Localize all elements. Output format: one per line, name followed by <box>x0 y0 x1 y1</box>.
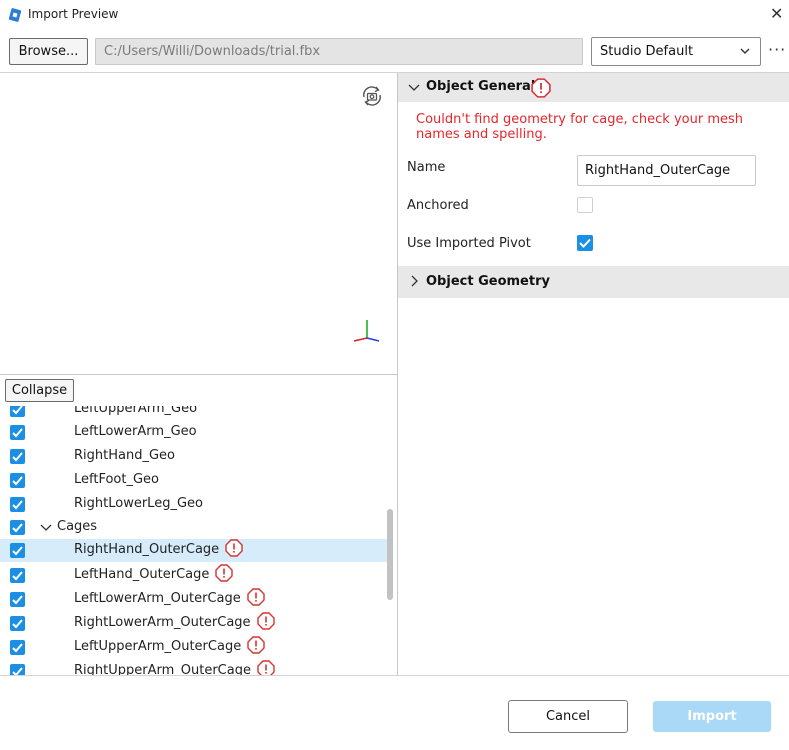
warning-icon <box>257 660 275 675</box>
window-title: Import Preview <box>28 7 119 21</box>
close-icon[interactable]: ✕ <box>770 4 783 24</box>
chevron-down-icon[interactable] <box>40 518 52 539</box>
tree-scrollbar-thumb[interactable] <box>387 509 393 600</box>
chevron-right-icon <box>409 272 419 294</box>
tree-row[interactable]: RightHand_Geo <box>0 445 388 468</box>
tree-row-label: RightLowerLeg_Geo <box>74 496 203 511</box>
panel-splitter[interactable] <box>397 72 398 676</box>
checkbox[interactable] <box>10 425 25 440</box>
tree-row[interactable]: LeftHand_OuterCage <box>0 564 388 587</box>
divider <box>0 675 789 676</box>
tree-row[interactable]: LeftLowerArm_Geo <box>0 421 388 444</box>
tree-row-label: LeftUpperArm_Geo <box>74 406 198 416</box>
tree-row-label: LeftLowerArm_OuterCage <box>74 591 241 606</box>
checkbox[interactable] <box>10 473 25 488</box>
checkbox[interactable] <box>10 592 25 607</box>
tree-row[interactable]: RightUpperArm_OuterCage <box>0 660 388 675</box>
use-imported-pivot-checkbox[interactable] <box>577 235 593 251</box>
checkbox[interactable] <box>10 449 25 464</box>
roblox-studio-icon <box>8 8 22 22</box>
cancel-button[interactable]: Cancel <box>508 700 628 733</box>
chevron-down-icon <box>408 78 420 99</box>
tree-row-group[interactable]: Cages <box>0 516 388 539</box>
anchored-label: Anchored <box>407 198 469 213</box>
section-title: Object General <box>426 79 536 94</box>
tree-row-label: LeftHand_OuterCage <box>74 567 210 582</box>
checkbox[interactable] <box>10 543 25 558</box>
warning-icon <box>531 78 551 98</box>
section-header-object-geometry[interactable]: Object Geometry <box>398 266 789 298</box>
warning-icon <box>256 612 275 630</box>
section-title: Object Geometry <box>426 274 550 289</box>
tree-row-label: Cages <box>57 519 98 534</box>
viewport-splitter[interactable] <box>0 374 397 375</box>
import-button[interactable]: Import <box>653 701 771 732</box>
name-input[interactable]: RightHand_OuterCage <box>577 155 756 186</box>
checkbox[interactable] <box>10 640 25 655</box>
tree-row-label: RightLowerArm_OuterCage <box>74 615 251 630</box>
tree-row[interactable]: RightLowerLeg_Geo <box>0 493 388 516</box>
use-imported-pivot-label: Use Imported Pivot <box>407 236 531 251</box>
checkbox[interactable] <box>10 664 25 675</box>
browse-button[interactable]: Browse... <box>9 38 88 65</box>
name-label: Name <box>407 160 446 175</box>
checkbox[interactable] <box>10 497 25 512</box>
anchored-checkbox[interactable] <box>577 197 593 213</box>
tree-row[interactable]: RightLowerArm_OuterCage <box>0 612 388 635</box>
checkbox[interactable] <box>10 406 25 417</box>
tree-row[interactable]: LeftFoot_Geo <box>0 469 388 492</box>
warning-icon <box>215 564 234 582</box>
tree-row-label: LeftFoot_Geo <box>74 472 160 487</box>
more-options-icon[interactable]: ··· <box>768 41 786 59</box>
tree-row-label: RightHand_OuterCage <box>74 542 220 557</box>
tree-row-selected[interactable]: RightHand_OuterCage <box>0 539 388 562</box>
hierarchy-tree: LeftUpperArm_Geo LeftLowerArm_Geo RightH… <box>0 406 397 675</box>
tree-row-label: LeftLowerArm_Geo <box>74 424 197 439</box>
warning-icon <box>225 539 243 557</box>
tree-row-label: RightHand_Geo <box>74 448 175 463</box>
checkbox[interactable] <box>10 568 25 583</box>
section-header-object-general[interactable]: Object General <box>398 73 789 102</box>
3d-preview-viewport[interactable] <box>0 73 397 374</box>
file-path-field: C:/Users/Willi/Downloads/trial.fbx <box>95 38 583 65</box>
preset-value: Studio Default <box>600 44 694 59</box>
chevron-down-icon <box>740 38 750 75</box>
preset-dropdown[interactable]: Studio Default <box>591 37 761 66</box>
tree-row-label: RightUpperArm_OuterCage <box>74 663 251 675</box>
warning-icon <box>247 588 265 606</box>
tree-row[interactable]: LeftLowerArm_OuterCage <box>0 588 388 611</box>
checkbox[interactable] <box>10 616 25 631</box>
tree-row-label: LeftUpperArm_OuterCage <box>74 639 242 654</box>
tree-row[interactable]: LeftUpperArm_Geo <box>0 406 388 421</box>
error-message: Couldn't find geometry for cage, check y… <box>416 112 743 142</box>
checkbox[interactable] <box>10 520 25 535</box>
collapse-button[interactable]: Collapse <box>5 379 74 402</box>
reset-camera-icon[interactable] <box>360 84 384 108</box>
warning-icon <box>247 636 265 654</box>
axis-gizmo-icon <box>353 320 380 342</box>
tree-row[interactable]: LeftUpperArm_OuterCage <box>0 636 388 659</box>
